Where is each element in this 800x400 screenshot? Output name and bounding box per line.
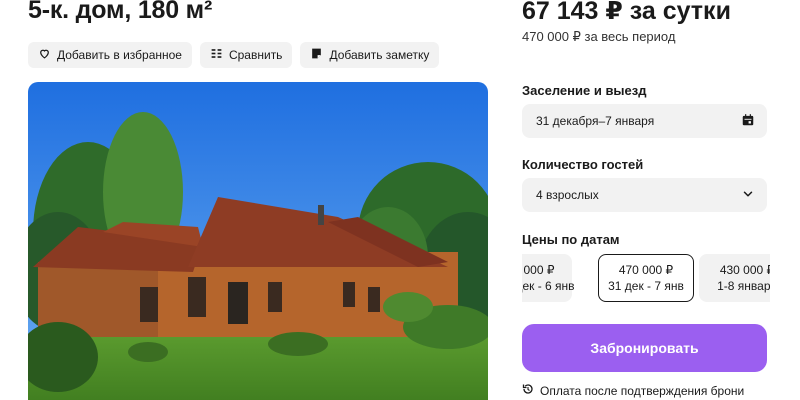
- heart-icon: [38, 47, 51, 63]
- date-option-dates: 31 дек - 7 янв: [608, 279, 684, 293]
- listing-actions: Добавить в избранное Сравнить Добавить з…: [28, 42, 440, 68]
- add-to-favorites-button[interactable]: Добавить в избранное: [28, 42, 192, 68]
- add-note-label: Добавить заметку: [329, 48, 430, 62]
- add-note-button[interactable]: Добавить заметку: [300, 42, 440, 68]
- payment-note-text: Оплата после подтверждения брони: [540, 383, 745, 398]
- payment-note: Оплата после подтверждения брони: [522, 383, 744, 398]
- guests-label: Количество гостей: [522, 157, 644, 172]
- price-per-day: 67 143 ₽ за сутки: [522, 0, 731, 25]
- checkin-value: 31 декабря–7 января: [536, 114, 655, 128]
- date-option-price: 470 000 ₽: [618, 263, 674, 277]
- date-option-selected[interactable]: 470 000 ₽ 31 дек - 7 янв: [598, 254, 694, 302]
- guests-value: 4 взрослых: [536, 188, 599, 202]
- compare-button[interactable]: Сравнить: [199, 42, 293, 68]
- compare-label: Сравнить: [228, 48, 283, 62]
- date-option[interactable]: 430 000 ₽ 1-8 января: [699, 254, 770, 302]
- compare-icon: [210, 47, 223, 63]
- listing-photo[interactable]: [28, 82, 488, 400]
- note-icon: [310, 47, 323, 63]
- checkin-field[interactable]: 31 декабря–7 января: [522, 104, 767, 138]
- checkin-label: Заселение и выезд: [522, 83, 647, 98]
- date-option-dates: дек - 6 янв: [522, 279, 575, 293]
- date-option-dates: 1-8 января: [717, 279, 770, 293]
- chevron-down-icon: [741, 187, 755, 204]
- date-option-price: 000 ₽: [523, 263, 555, 277]
- date-option[interactable]: 000 ₽ дек - 6 янв: [522, 254, 575, 302]
- add-to-favorites-label: Добавить в избранное: [57, 48, 182, 62]
- book-button[interactable]: Забронировать: [522, 324, 767, 372]
- date-option-price: 430 000 ₽: [719, 263, 770, 277]
- listing-title: 5-к. дом, 180 м²: [28, 0, 213, 24]
- date-options: 000 ₽ дек - 6 янв 470 000 ₽ 31 дек - 7 я…: [522, 254, 770, 302]
- guests-select[interactable]: 4 взрослых: [522, 178, 767, 212]
- dates-label: Цены по датам: [522, 232, 620, 247]
- refresh-icon: [522, 383, 534, 398]
- house-photo-icon: [28, 82, 488, 400]
- price-total: 470 000 ₽ за весь период: [522, 29, 676, 44]
- calendar-icon: [741, 113, 755, 130]
